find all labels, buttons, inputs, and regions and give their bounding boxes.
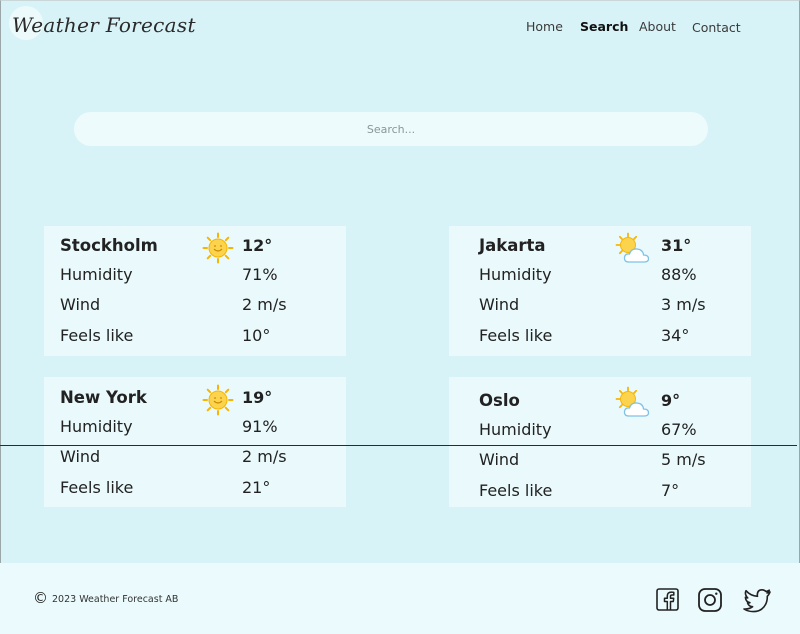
- wind-value: 2 m/s: [242, 447, 287, 466]
- feels-like-row: Feels like 34°: [479, 326, 759, 348]
- temperature-value: 31°: [661, 236, 692, 255]
- wind-value: 5 m/s: [661, 450, 706, 469]
- facebook-icon[interactable]: [655, 587, 681, 613]
- humidity-value: 71%: [242, 265, 278, 284]
- wind-row: Wind 2 m/s: [60, 447, 340, 469]
- page-footer: © 2023 Weather Forecast AB: [0, 563, 800, 634]
- copyright-text: 2023 Weather Forecast AB: [52, 594, 179, 605]
- feels-like-value: 21°: [242, 478, 271, 497]
- humidity-value: 67%: [661, 420, 697, 439]
- feels-like-row: Feels like 10°: [60, 326, 340, 348]
- humidity-row: Humidity 91%: [60, 417, 340, 439]
- feels-like-value: 10°: [242, 326, 271, 345]
- wind-label: Wind: [60, 295, 101, 314]
- weather-card-oslo: Oslo 9° Humidity 67% Wind 5 m/s Feels li…: [449, 377, 751, 507]
- humidity-row: Humidity 88%: [479, 265, 759, 287]
- wind-row: Wind 2 m/s: [60, 295, 340, 317]
- humidity-label: Humidity: [479, 420, 552, 439]
- feels-like-label: Feels like: [60, 478, 134, 497]
- wind-label: Wind: [479, 295, 520, 314]
- humidity-value: 91%: [242, 417, 278, 436]
- card-header-row: Stockholm 12°: [60, 236, 340, 258]
- nav-contact-link[interactable]: Contact: [692, 20, 741, 35]
- nav-search-link[interactable]: Search: [580, 19, 628, 34]
- city-name: Oslo: [479, 391, 520, 410]
- humidity-row: Humidity 71%: [60, 265, 340, 287]
- feels-like-value: 34°: [661, 326, 690, 345]
- temperature-value: 12°: [242, 236, 273, 255]
- temperature-value: 19°: [242, 388, 273, 407]
- humidity-row: Humidity 67%: [479, 420, 759, 442]
- nav-about-link[interactable]: About: [639, 19, 676, 34]
- nav-home-link[interactable]: Home: [526, 19, 563, 34]
- feels-like-label: Feels like: [479, 326, 553, 345]
- feels-like-row: Feels like 21°: [60, 478, 340, 500]
- wind-label: Wind: [60, 447, 101, 466]
- feels-like-value: 7°: [661, 481, 680, 500]
- feels-like-label: Feels like: [60, 326, 134, 345]
- wind-value: 3 m/s: [661, 295, 706, 314]
- feels-like-label: Feels like: [479, 481, 553, 500]
- divider-line: [0, 445, 797, 446]
- weather-card-stockholm: Stockholm 12° Humidity 71% Wind 2 m/s Fe…: [44, 226, 346, 356]
- partly-cloudy-icon: [615, 386, 650, 417]
- wind-value: 2 m/s: [242, 295, 287, 314]
- city-name: New York: [60, 388, 147, 407]
- sun-icon: [202, 384, 234, 416]
- humidity-label: Humidity: [60, 265, 133, 284]
- city-name: Jakarta: [479, 236, 546, 255]
- wind-label: Wind: [479, 450, 520, 469]
- weather-card-jakarta: Jakarta 31° Humidity 88% Wind 3 m/s Feel…: [449, 226, 751, 356]
- humidity-label: Humidity: [60, 417, 133, 436]
- humidity-value: 88%: [661, 265, 697, 284]
- copyright-icon: ©: [33, 589, 48, 607]
- humidity-label: Humidity: [479, 265, 552, 284]
- wind-row: Wind 3 m/s: [479, 295, 759, 317]
- partly-cloudy-icon: [615, 232, 650, 263]
- instagram-icon[interactable]: [697, 587, 723, 613]
- feels-like-row: Feels like 7°: [479, 481, 759, 503]
- city-name: Stockholm: [60, 236, 158, 255]
- temperature-value: 9°: [661, 391, 681, 410]
- main-nav: Home Search About Contact: [0, 19, 800, 39]
- search-input[interactable]: [74, 112, 708, 146]
- wind-row: Wind 5 m/s: [479, 450, 759, 472]
- twitter-icon[interactable]: [742, 587, 772, 613]
- sun-icon: [202, 232, 234, 264]
- weather-card-new-york: New York 19° Humidity 91% Wind 2 m/s Fee…: [44, 377, 346, 507]
- card-header-row: New York 19°: [60, 388, 340, 410]
